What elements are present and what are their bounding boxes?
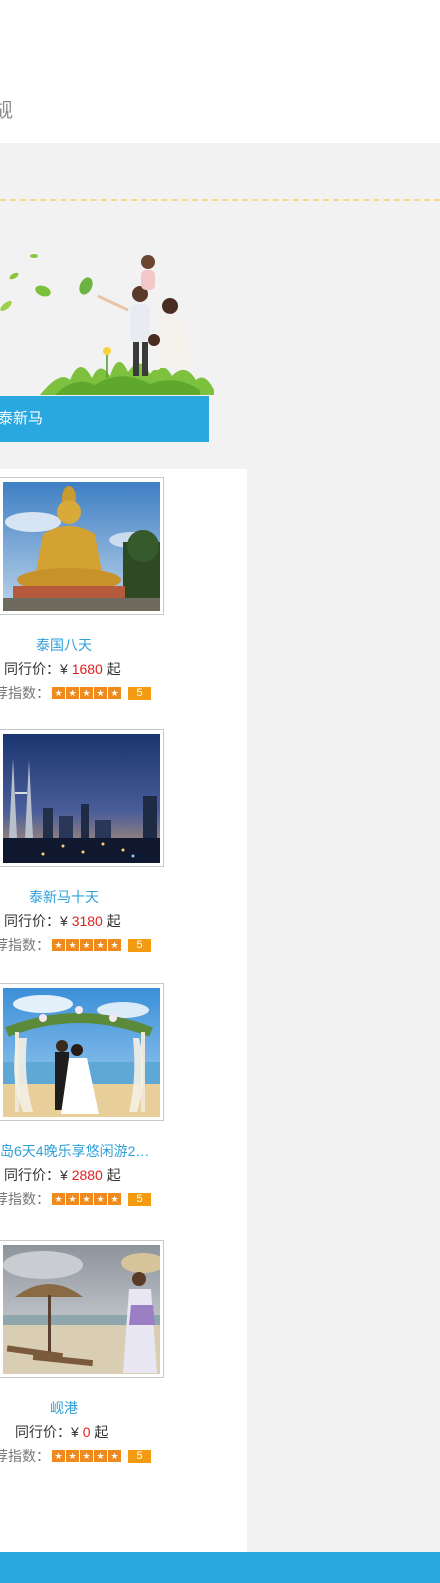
score-badge: 5 [128, 686, 151, 700]
recommend-line: 荐指数： ★ ★ ★ ★ ★ 5 [0, 1189, 151, 1209]
price-line: 同行价：¥ 2880 起 [4, 1165, 121, 1185]
recommend-line: 荐指数： ★ ★ ★ ★ ★ 5 [0, 1446, 151, 1466]
star-icon: ★ [52, 1450, 65, 1462]
product-thumbnail[interactable] [0, 477, 164, 615]
star-icon: ★ [80, 1193, 93, 1205]
star-icon: ★ [108, 939, 121, 951]
star-icon: ★ [52, 939, 65, 951]
footer-bar [0, 1552, 440, 1583]
price-suffix: 起 [106, 913, 121, 929]
recommend-line: 荐指数： ★ ★ ★ ★ ★ 5 [0, 935, 151, 955]
currency-symbol: ¥ [60, 661, 68, 677]
product-title-link[interactable]: 泰国八天 [0, 635, 128, 655]
price-suffix: 起 [106, 661, 121, 677]
star-rating: ★ ★ ★ ★ ★ [52, 1193, 122, 1205]
price-value: 2880 [71, 1167, 103, 1183]
star-icon: ★ [94, 1193, 107, 1205]
recommend-label: 荐指数： [0, 1191, 50, 1207]
star-icon: ★ [108, 687, 121, 699]
price-line: 同行价：¥ 0 起 [15, 1422, 108, 1442]
beach-umbrella-image [3, 1245, 160, 1374]
product-list-panel: 泰国八天 同行价：¥ 1680 起 荐指数： ★ ★ ★ ★ ★ 5 泰新马十天… [0, 469, 247, 1552]
product-thumbnail[interactable] [0, 729, 164, 867]
price-line: 同行价：¥ 1680 起 [4, 659, 121, 679]
star-rating: ★ ★ ★ ★ ★ [52, 687, 122, 699]
star-icon: ★ [80, 1450, 93, 1462]
price-label: 同行价： [15, 1424, 71, 1440]
currency-symbol: ¥ [71, 1424, 79, 1440]
star-icon: ★ [80, 687, 93, 699]
star-icon: ★ [94, 1450, 107, 1462]
star-icon: ★ [108, 1193, 121, 1205]
product-title-link[interactable]: 泰新马十天 [0, 887, 128, 907]
price-suffix: 起 [94, 1424, 109, 1440]
price-label: 同行价： [4, 1167, 60, 1183]
tab-label: 泰新马 [0, 410, 44, 427]
price-value: 0 [82, 1424, 91, 1440]
price-suffix: 起 [106, 1167, 121, 1183]
product-title-link[interactable]: 岘港 [0, 1398, 128, 1418]
family-banner-image [0, 250, 214, 395]
star-icon: ★ [66, 939, 79, 951]
product-thumbnail[interactable] [0, 983, 164, 1121]
star-icon: ★ [94, 939, 107, 951]
star-icon: ★ [66, 1193, 79, 1205]
star-icon: ★ [108, 1450, 121, 1462]
beach-wedding-image [3, 988, 160, 1117]
recommend-line: 荐指数： ★ ★ ★ ★ ★ 5 [0, 683, 151, 703]
product-title-link[interactable]: 岛6天4晚乐享悠闲游2晚... [0, 1141, 160, 1161]
star-icon: ★ [66, 687, 79, 699]
star-icon: ★ [52, 687, 65, 699]
price-line: 同行价：¥ 3180 起 [4, 911, 121, 931]
price-label: 同行价： [4, 661, 60, 677]
price-value: 1680 [71, 661, 103, 677]
price-value: 3180 [71, 913, 103, 929]
buddha-statue-image [3, 482, 160, 611]
star-rating: ★ ★ ★ ★ ★ [52, 1450, 122, 1462]
city-night-image [3, 734, 160, 863]
star-rating: ★ ★ ★ ★ ★ [52, 939, 122, 951]
price-label: 同行价： [4, 913, 60, 929]
score-badge: 5 [128, 1192, 151, 1206]
currency-symbol: ¥ [60, 913, 68, 929]
recommend-label: 荐指数： [0, 685, 50, 701]
dotted-divider [0, 199, 440, 201]
star-icon: ★ [52, 1193, 65, 1205]
recommend-label: 荐指数： [0, 1448, 50, 1464]
currency-symbol: ¥ [60, 1167, 68, 1183]
top-header: 觇 [0, 0, 440, 143]
star-icon: ★ [80, 939, 93, 951]
star-icon: ★ [66, 1450, 79, 1462]
score-badge: 5 [128, 938, 151, 952]
product-thumbnail[interactable] [0, 1240, 164, 1378]
recommend-label: 荐指数： [0, 937, 50, 953]
tab-tai-xin-ma[interactable]: 泰新马 [0, 396, 209, 442]
header-partial-text: 觇 [0, 100, 13, 122]
star-icon: ★ [94, 687, 107, 699]
score-badge: 5 [128, 1449, 151, 1463]
